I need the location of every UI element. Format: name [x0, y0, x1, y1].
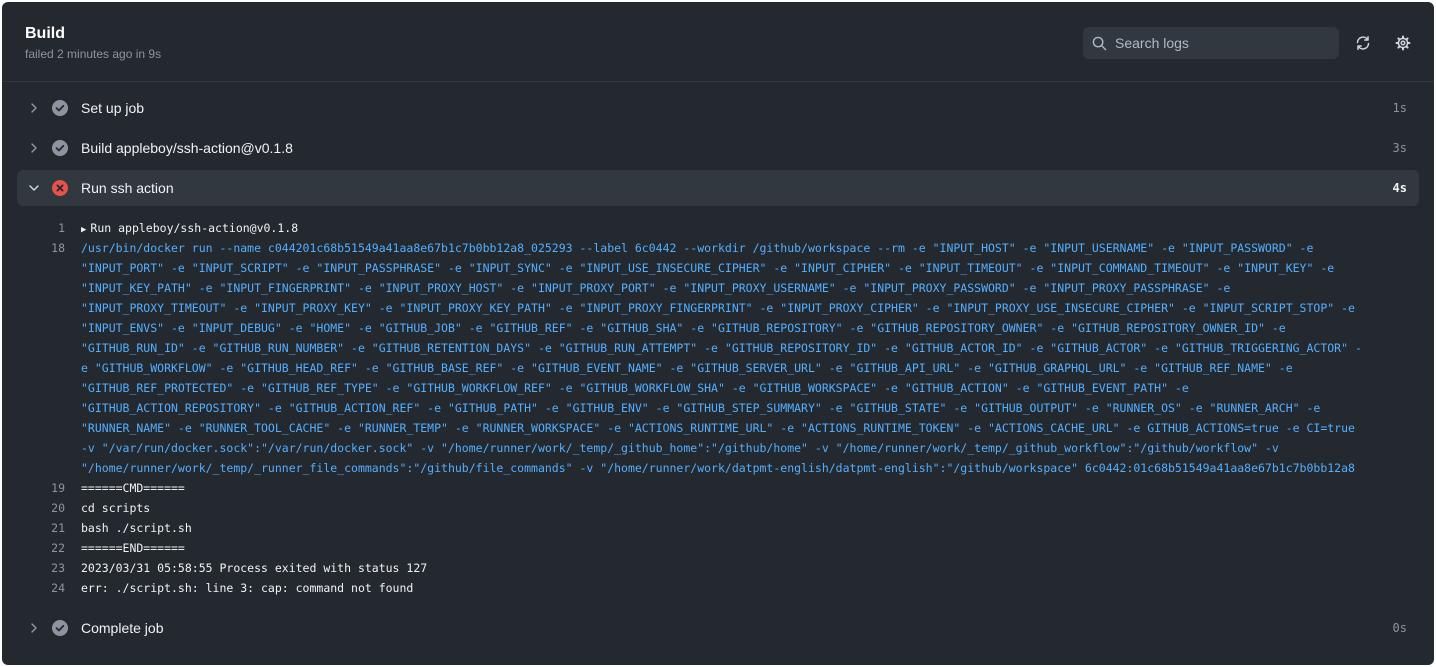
log-command-text: -v "/var/run/docker.sock":"/var/run/dock…: [81, 441, 1279, 455]
log-command-text: "GITHUB_ACTION_REPOSITORY" -e "GITHUB_AC…: [81, 401, 1321, 415]
log-text: ======CMD======: [81, 481, 185, 495]
log-command-text: "INPUT_KEY_PATH" -e "INPUT_FINGERPRINT" …: [81, 281, 1231, 295]
chevron-down-icon: [29, 185, 39, 191]
log-line: 20 cd scripts: [2, 498, 1434, 518]
settings-button[interactable]: [1393, 33, 1413, 53]
job-status-subtitle: failed 2 minutes ago in 9s: [25, 47, 162, 61]
log-line-wrap: "GITHUB_ACTION_REPOSITORY" -e "GITHUB_AC…: [2, 398, 1434, 418]
step-duration: 0s: [1392, 621, 1407, 635]
check-circle-icon: [52, 620, 68, 636]
chevron-right-icon: [31, 103, 37, 113]
job-log-panel: Build failed 2 minutes ago in 9s Search …: [2, 2, 1434, 665]
search-logs-input[interactable]: [1115, 27, 1330, 59]
log-text: err: ./script.sh: line 3: cap: command n…: [81, 581, 414, 595]
check-circle-icon: [52, 140, 68, 156]
log-command-text: "/home/runner/work/_temp/_runner_file_co…: [81, 461, 1355, 475]
log-line-wrap: "GITHUB_REF_PROTECTED" -e "GITHUB_REF_TY…: [2, 378, 1434, 398]
line-number[interactable]: 24: [17, 581, 65, 595]
search-logs-box[interactable]: [1083, 27, 1339, 59]
step-name: Set up job: [81, 100, 145, 116]
step-complete-job[interactable]: Complete job 0s: [17, 610, 1419, 646]
step-run-ssh-action[interactable]: Run ssh action 4s: [17, 170, 1419, 206]
log-line-wrap: "RUNNER_NAME" -e "RUNNER_TOOL_CACHE" -e …: [2, 418, 1434, 438]
refresh-button[interactable]: [1353, 33, 1373, 53]
step-name: Build appleboy/ssh-action@v0.1.8: [81, 140, 293, 156]
search-icon: [1092, 36, 1107, 51]
step-name: Complete job: [81, 620, 164, 636]
log-line-wrap: "GITHUB_RUN_ID" -e "GITHUB_RUN_NUMBER" -…: [2, 338, 1434, 358]
log-text: bash ./script.sh: [81, 521, 192, 535]
log-line-wrap: "INPUT_KEY_PATH" -e "INPUT_FINGERPRINT" …: [2, 278, 1434, 298]
step-name: Run ssh action: [81, 180, 174, 196]
log-command-text: "INPUT_ENVS" -e "INPUT_DEBUG" -e "HOME" …: [81, 321, 1286, 335]
log-line[interactable]: 1 ▶ Run appleboy/ssh-action@v0.1.8: [2, 218, 1434, 238]
triangle-right-icon: ▶: [81, 225, 87, 235]
log-command-text: "GITHUB_REF_PROTECTED" -e "GITHUB_REF_TY…: [81, 381, 1189, 395]
step-duration: 4s: [1392, 181, 1407, 195]
line-number[interactable]: 19: [17, 481, 65, 495]
log-line: 21 bash ./script.sh: [2, 518, 1434, 538]
log-text: ======END======: [81, 541, 185, 555]
log-line: 19 ======CMD======: [2, 478, 1434, 498]
line-number[interactable]: 1: [17, 221, 65, 235]
line-number[interactable]: 18: [17, 241, 65, 255]
check-circle-icon: [52, 100, 68, 116]
line-number[interactable]: 20: [17, 501, 65, 515]
job-title: Build: [25, 25, 65, 42]
chevron-right-icon: [31, 143, 37, 153]
log-text: 2023/03/31 05:58:55 Process exited with …: [81, 561, 428, 575]
refresh-icon: [1356, 36, 1370, 50]
log-command-text: e "GITHUB_WORKFLOW" -e "GITHUB_HEAD_REF"…: [81, 361, 1293, 375]
step-build-action[interactable]: Build appleboy/ssh-action@v0.1.8 3s: [17, 130, 1419, 166]
log-line: 18 /usr/bin/docker run --name c044201c68…: [2, 238, 1434, 258]
log-line-wrap: "INPUT_ENVS" -e "INPUT_DEBUG" -e "HOME" …: [2, 318, 1434, 338]
log-command-text: "INPUT_PORT" -e "INPUT_SCRIPT" -e "INPUT…: [81, 261, 1335, 275]
gear-icon: [1395, 35, 1411, 51]
log-line: 22 ======END======: [2, 538, 1434, 558]
log-line: 23 2023/03/31 05:58:55 Process exited wi…: [2, 558, 1434, 578]
log-command-text: "INPUT_PROXY_TIMEOUT" -e "INPUT_PROXY_KE…: [81, 301, 1355, 315]
log-line: 24 err: ./script.sh: line 3: cap: comman…: [2, 578, 1434, 598]
log-line-wrap: -v "/var/run/docker.sock":"/var/run/dock…: [2, 438, 1434, 458]
log-command-text: "GITHUB_RUN_ID" -e "GITHUB_RUN_NUMBER" -…: [81, 341, 1362, 355]
log-header: Build failed 2 minutes ago in 9s: [2, 2, 1434, 82]
log-group-text: Run appleboy/ssh-action@v0.1.8: [90, 221, 299, 235]
step-duration: 1s: [1392, 101, 1407, 115]
log-line-wrap: "/home/runner/work/_temp/_runner_file_co…: [2, 458, 1434, 478]
line-number[interactable]: 23: [17, 561, 65, 575]
log-line-wrap: "INPUT_PROXY_TIMEOUT" -e "INPUT_PROXY_KE…: [2, 298, 1434, 318]
chevron-right-icon: [31, 623, 37, 633]
log-line-wrap: e "GITHUB_WORKFLOW" -e "GITHUB_HEAD_REF"…: [2, 358, 1434, 378]
log-line-wrap: "INPUT_PORT" -e "INPUT_SCRIPT" -e "INPUT…: [2, 258, 1434, 278]
line-number[interactable]: 22: [17, 541, 65, 555]
x-circle-icon: [52, 180, 68, 196]
log-command-text: "RUNNER_NAME" -e "RUNNER_TOOL_CACHE" -e …: [81, 421, 1355, 435]
log-group-toggle[interactable]: ▶ Run appleboy/ssh-action@v0.1.8: [81, 221, 298, 235]
step-set-up-job[interactable]: Set up job 1s: [17, 90, 1419, 126]
step-duration: 3s: [1392, 141, 1407, 155]
log-text: cd scripts: [81, 501, 151, 515]
log-command-text: /usr/bin/docker run --name c044201c68b51…: [81, 241, 1314, 255]
line-number[interactable]: 21: [17, 521, 65, 535]
